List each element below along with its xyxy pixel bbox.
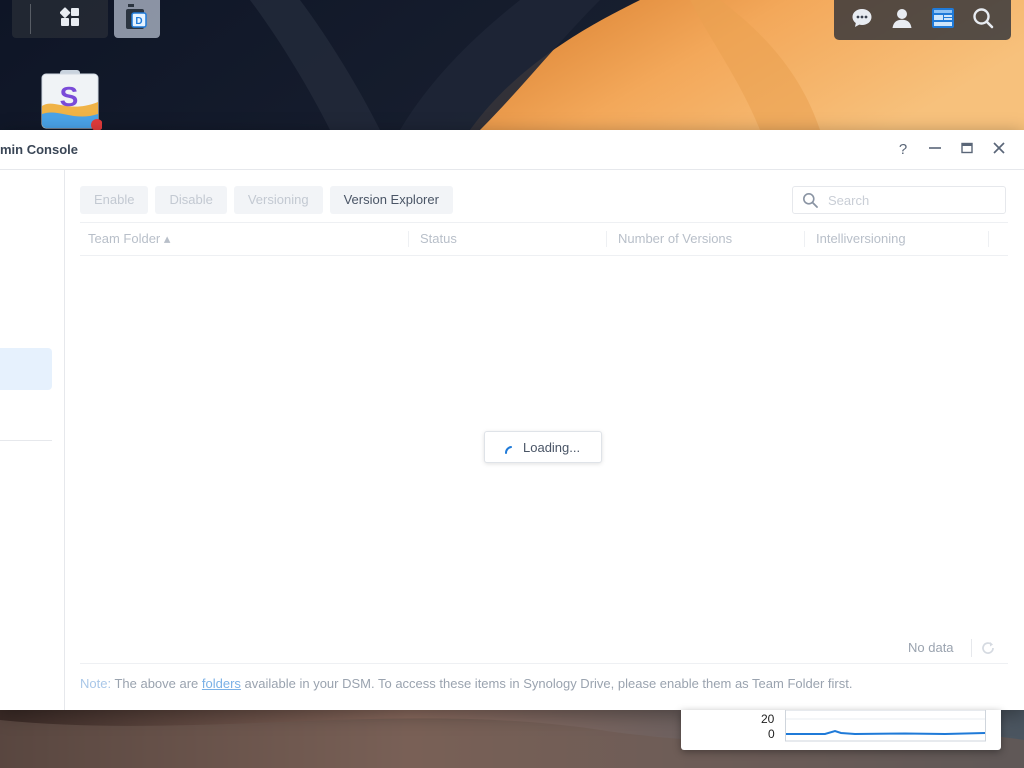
help-button[interactable]: ? [892,138,914,160]
column-header-status[interactable]: Status [420,223,457,255]
refresh-icon [980,642,996,660]
note-text-after: available in your DSM. To access these i… [240,676,853,691]
main-content: Enable Disable Versioning Version Explor… [80,170,1008,710]
maximize-icon [961,141,973,158]
taskbar-drive-admin-button[interactable]: D [114,0,160,38]
search-input[interactable] [826,191,1000,209]
grid-icon [59,6,80,32]
sidebar [0,170,65,710]
minimize-button[interactable] [924,138,946,160]
grid-header: Team Folder ▴ Status Number of Versions … [80,222,1008,256]
chat-icon [851,7,873,34]
column-divider [804,231,805,247]
synology-drive-admin-icon: D [126,3,148,35]
admin-console-window: min Console ? Enable Disable Versioning … [0,130,1024,710]
column-divider [408,231,409,247]
versioning-button[interactable]: Versioning [233,186,323,214]
minimize-icon [929,141,941,158]
window-title: min Console [0,142,79,157]
svg-text:D: D [135,16,142,27]
close-icon [993,141,1005,158]
column-header-intelliversioning[interactable]: Intelliversioning [816,223,906,255]
widgets-button[interactable] [930,7,956,33]
column-header-number-of-versions[interactable]: Number of Versions [618,223,732,255]
no-data-label: No data [908,640,954,655]
spinner-icon [505,442,515,454]
close-button[interactable] [988,138,1010,160]
sidebar-divider [0,440,52,441]
svg-text:S: S [60,81,79,112]
taskbar-divider [30,4,31,34]
enable-button[interactable]: Enable [80,186,149,214]
search-icon [972,7,994,34]
footer-divider [80,663,1008,664]
folders-link[interactable]: folders [202,676,241,691]
main-menu-button[interactable] [56,5,84,33]
disable-button[interactable]: Disable [155,186,227,214]
column-header-team-folder[interactable]: Team Folder ▴ [88,223,170,255]
user-button[interactable] [889,7,915,33]
search-icon [802,192,818,208]
search-button[interactable] [970,7,996,33]
chart-y-tick-bottom: 0 [768,727,775,741]
refresh-divider [971,639,972,657]
column-divider [606,231,607,247]
desktop-shortcut-package-center[interactable]: S [40,70,103,132]
column-divider [988,231,989,247]
taskbar [12,0,108,38]
messages-button[interactable] [849,7,875,33]
note-text-before: The above are [111,676,202,691]
usage-graph [785,710,986,742]
window-header[interactable]: min Console ? [0,130,1024,170]
loading-indicator: Loading... [484,431,602,463]
toolbar: Enable Disable Versioning Version Explor… [80,186,453,214]
resource-monitor-widget: 20 0 [681,710,1001,750]
user-icon [891,7,913,34]
window-controls: ? [892,138,1010,160]
chart-y-tick-top: 20 [761,712,775,726]
search-field[interactable] [792,186,1006,214]
note-label: Note: [80,676,112,691]
maximize-button[interactable] [956,138,978,160]
system-tray [834,0,1011,40]
footer-note: Note: The above are folders available in… [80,676,852,691]
version-explorer-button[interactable]: Version Explorer [329,186,453,214]
sidebar-item-active[interactable] [0,348,52,390]
refresh-button[interactable] [980,640,996,656]
widgets-icon [931,7,955,34]
loading-text: Loading... [523,439,581,455]
